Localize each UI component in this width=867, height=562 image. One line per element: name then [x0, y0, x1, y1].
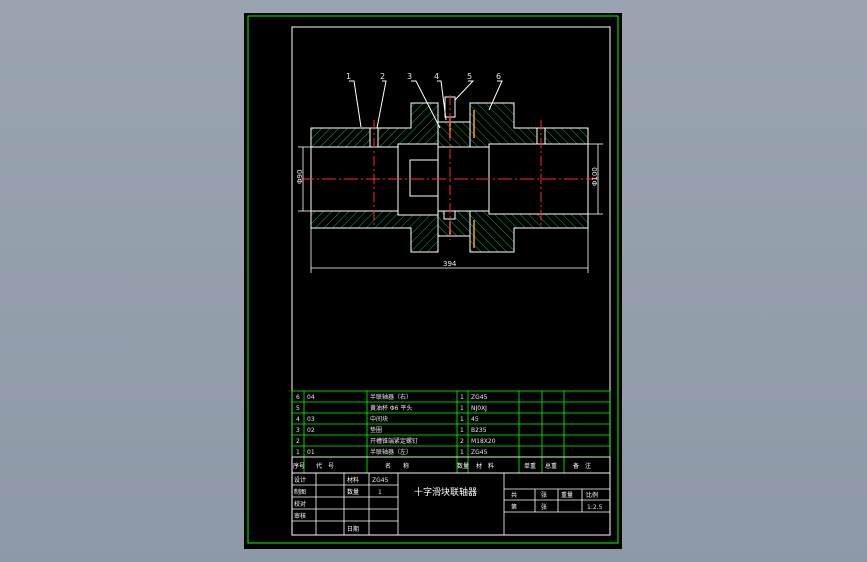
- dim-diameter-left: Φ90: [296, 170, 304, 184]
- tb-qty-value: 1: [378, 489, 382, 496]
- dim-diameter-right: Φ100: [591, 167, 599, 186]
- tb-date-label: 日期: [347, 525, 359, 533]
- bom-row-4-material: 45: [471, 416, 479, 423]
- tb-total-label: 共: [511, 491, 517, 499]
- bom-row-1-material: ZG45: [471, 449, 488, 456]
- tb-scale-value: 1:2.5: [587, 504, 603, 511]
- bom-row-5-material: NJ0XJ: [471, 405, 487, 412]
- bom-row-2-material: M18X20: [471, 438, 496, 445]
- balloon-6: 6: [496, 72, 501, 81]
- tb-design-label: 设计: [294, 476, 306, 484]
- bom-row-4-no: 4: [296, 416, 300, 423]
- bom-row-3-qty: 1: [460, 427, 464, 434]
- tenon: [409, 159, 439, 197]
- bom-row-3-code: 02: [307, 427, 315, 434]
- bom-row-1-qty: 1: [460, 449, 464, 456]
- bom-header-material: 材 料: [476, 462, 494, 470]
- bom-row-6-no: 6: [296, 394, 300, 401]
- tb-material-label: 材料: [347, 476, 359, 484]
- tb-approve-label: 审核: [294, 512, 306, 520]
- bom-row-6-name: 半联轴器（右）: [370, 393, 412, 401]
- tb-review-label: 校对: [294, 500, 306, 508]
- bom-row-5-no: 5: [296, 405, 300, 412]
- balloon-4: 4: [434, 72, 439, 81]
- bom-row-6-code: 04: [307, 394, 315, 401]
- bom-row-2-name: 开槽锥端紧定螺钉: [370, 437, 418, 445]
- tb-check-label: 制图: [294, 488, 306, 496]
- tb-page-label: 第: [511, 503, 517, 511]
- bom-row-6-material: ZG45: [471, 394, 488, 401]
- bom-row-4-name: 中间块: [370, 415, 388, 423]
- bom-row-2-qty: 2: [460, 438, 464, 445]
- balloon-5: 5: [467, 72, 472, 81]
- tb-qty-label: 数量: [347, 488, 359, 496]
- drawing-title: 十字滑块联轴器: [414, 486, 477, 498]
- bom-header-remark: 备 注: [573, 462, 591, 470]
- tb-material-value: ZG45: [372, 477, 389, 484]
- bom-header-no: 序号: [293, 462, 305, 470]
- bom-row-2-no: 2: [296, 438, 300, 445]
- bom-row-4-code: 03: [307, 416, 315, 423]
- bom-header-unit-weight: 单重: [524, 462, 536, 470]
- bom-row-4-qty: 1: [460, 416, 464, 423]
- tb-page-sheet-label: 张: [541, 503, 547, 511]
- bom-row-1-no: 1: [296, 449, 300, 456]
- bom-row-5-name: 黄油杯 Φ6 平头: [370, 404, 412, 412]
- bom-header-qty: 数量: [457, 462, 469, 470]
- tb-sheet-label: 张: [541, 491, 547, 499]
- bom-row-1-name: 半联轴器（左）: [370, 448, 412, 456]
- bom-row-3-material: B235: [471, 427, 487, 434]
- bom-row-6-qty: 1: [460, 394, 464, 401]
- drawing-sheet: 1 2 3 4 5 6 Φ90 Φ100 394 6 04 半联轴器（右） 1 …: [244, 13, 622, 549]
- dim-length: 394: [443, 260, 457, 268]
- bom-header-total-weight: 总重: [545, 462, 557, 470]
- bom-row-3-no: 3: [296, 427, 300, 434]
- middle-block-top: [437, 121, 471, 148]
- tb-scale-label: 比例: [586, 491, 598, 499]
- bom-header-code: 代 号: [316, 462, 334, 470]
- balloon-3: 3: [407, 72, 412, 81]
- bom-row-5-qty: 1: [460, 405, 464, 412]
- bom-header-name: 名 称: [385, 462, 409, 470]
- balloon-2: 2: [380, 72, 385, 81]
- tb-weight-label: 重量: [561, 491, 573, 499]
- bom-row-1-code: 01: [307, 449, 315, 456]
- bom-row-3-name: 垫圈: [370, 426, 382, 434]
- balloon-1: 1: [346, 72, 351, 81]
